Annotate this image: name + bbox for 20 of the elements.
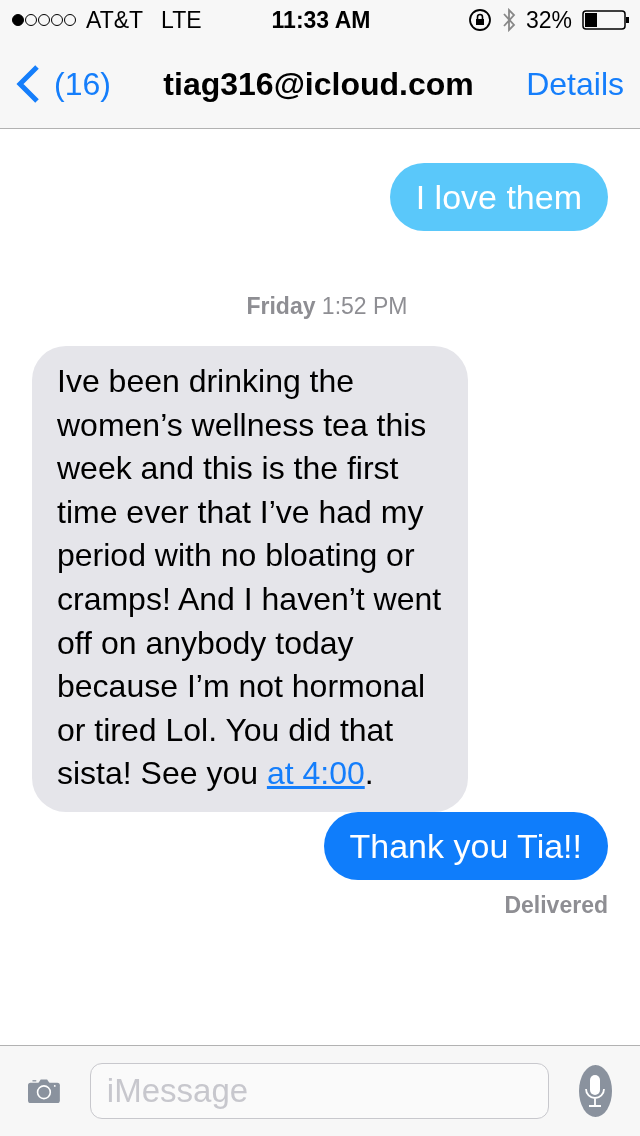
- rotation-lock-icon: [467, 8, 492, 32]
- chevron-left-icon: [16, 64, 40, 104]
- microphone-button[interactable]: [578, 1065, 612, 1117]
- microphone-icon: [584, 1074, 607, 1108]
- clock-time: 11:33 AM: [271, 6, 371, 34]
- sent-message-bubble: I love them: [389, 163, 608, 231]
- network-type: LTE: [161, 6, 202, 34]
- sent-message-bubble: Thank you Tia!!: [323, 811, 608, 880]
- battery-percentage: 32%: [525, 6, 572, 34]
- message-timestamp: Friday 1:52 PM: [246, 293, 408, 320]
- time-link[interactable]: at 4:00: [266, 755, 365, 792]
- back-button[interactable]: (16): [16, 64, 111, 104]
- bluetooth-icon: [501, 8, 516, 32]
- conversation-title: tiag316@icloud.com: [162, 65, 475, 103]
- delivery-status: Delivered: [504, 891, 608, 919]
- battery-icon: [582, 10, 630, 30]
- details-button[interactable]: Details: [526, 65, 624, 103]
- carrier-name: AT&T: [86, 6, 144, 34]
- received-message-bubble: Ive been drinking the women’s wellness tea this week and this is the first time ever that I’ve had my period with no bloating or cramps! And I haven’t went off on anybody today because I’m not hormonal or tired Lol. You did that sista! See you at 4:00.: [32, 346, 468, 812]
- signal-strength-icon: [12, 13, 76, 27]
